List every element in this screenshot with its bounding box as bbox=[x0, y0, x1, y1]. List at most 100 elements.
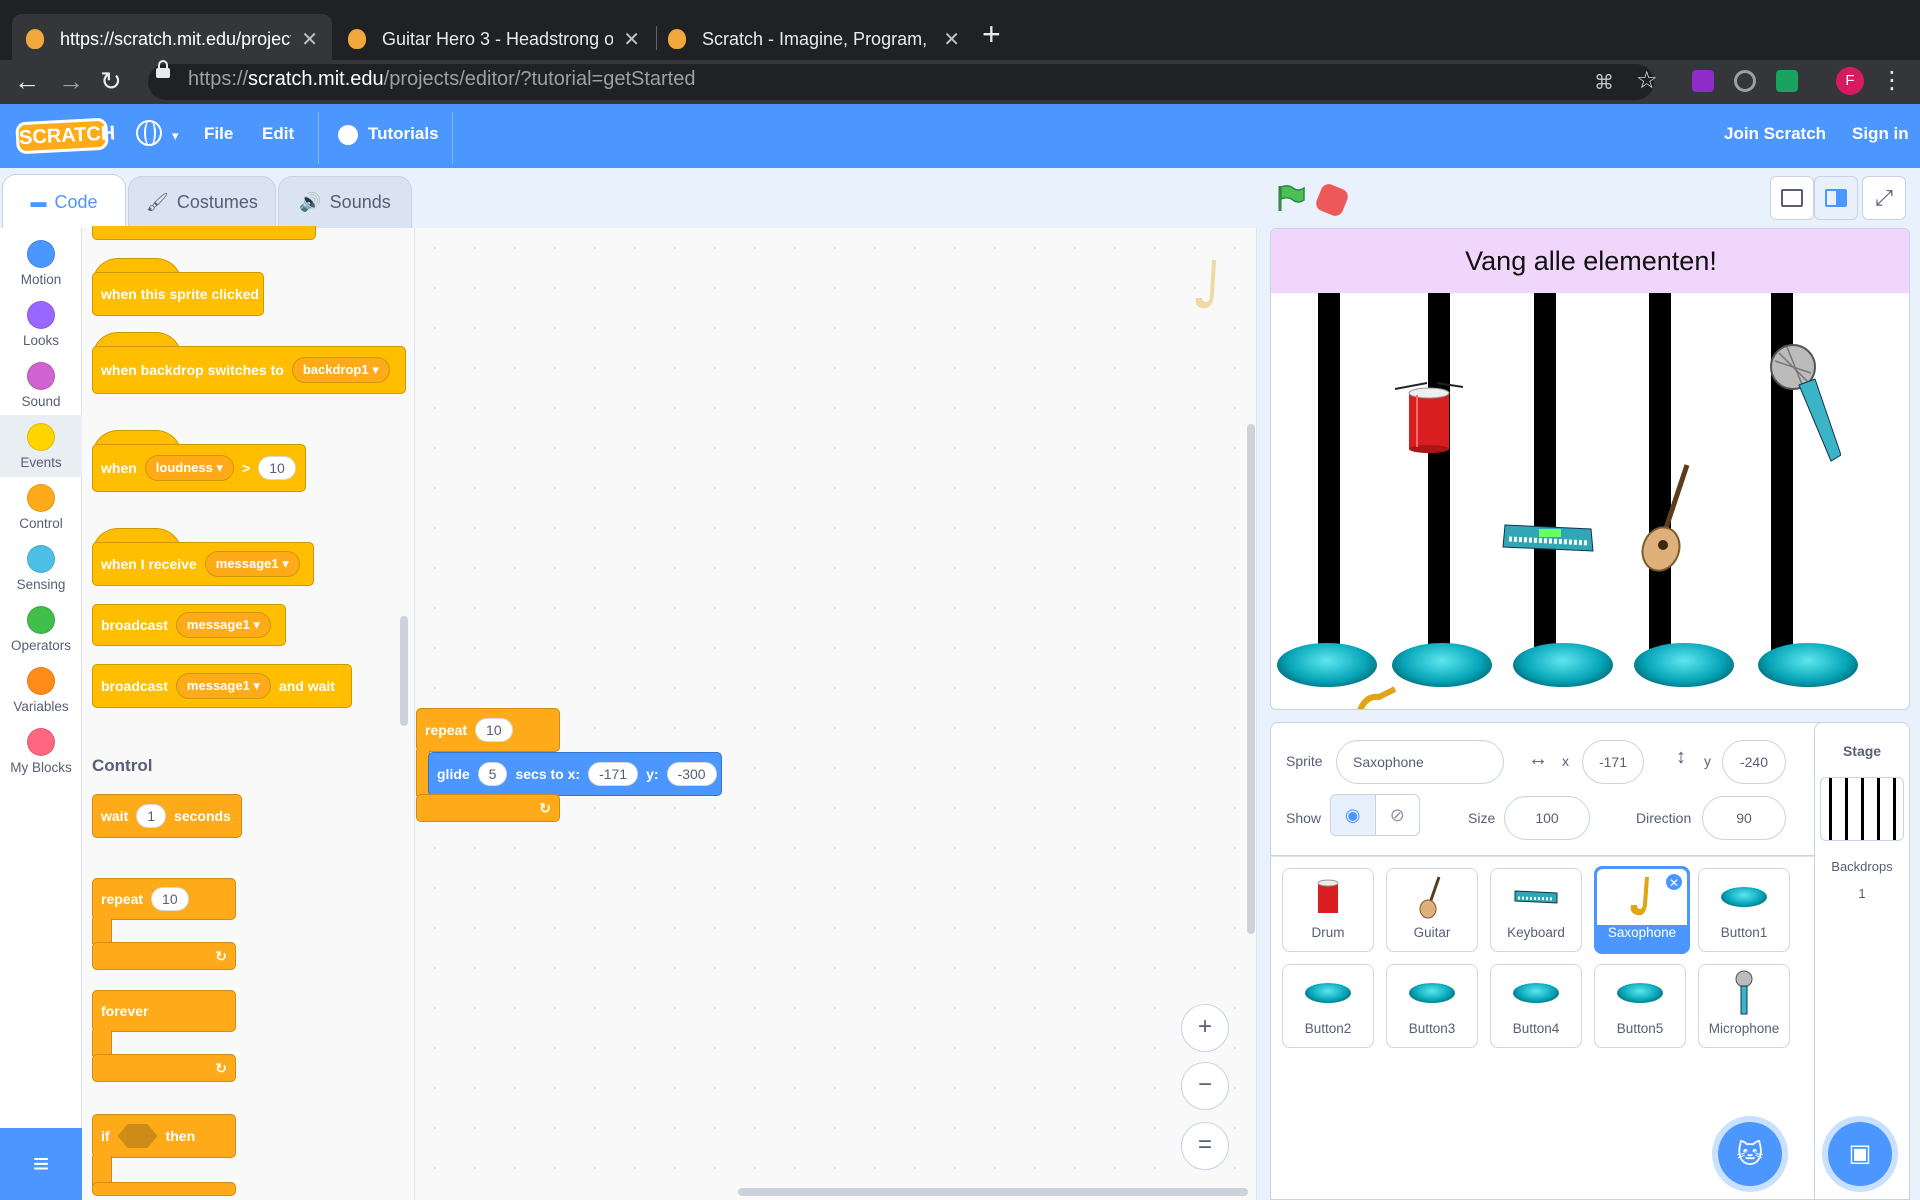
file-menu[interactable]: File bbox=[204, 124, 233, 144]
sprite-tile-button3[interactable]: Button3 bbox=[1386, 964, 1478, 1048]
if-block-bottom[interactable] bbox=[92, 1182, 236, 1196]
close-tab-icon[interactable]: ✕ bbox=[943, 27, 960, 52]
browser-tab[interactable]: https://scratch.mit.edu/project ✕ bbox=[12, 14, 332, 64]
close-tab-icon[interactable]: ✕ bbox=[301, 27, 318, 52]
tab-code[interactable]: ▬ Code bbox=[2, 174, 126, 230]
zoom-reset-icon[interactable]: = bbox=[1181, 1122, 1229, 1170]
glide-secs-input[interactable]: 5 bbox=[477, 762, 508, 786]
category-my-blocks[interactable]: My Blocks bbox=[0, 720, 82, 782]
choose-backdrop-button[interactable]: ▣ bbox=[1828, 1122, 1892, 1186]
glide-x-input[interactable]: -171 bbox=[588, 762, 639, 786]
close-tab-icon[interactable]: ✕ bbox=[623, 27, 640, 52]
boolean-slot[interactable] bbox=[117, 1124, 158, 1148]
direction-input[interactable]: 90 bbox=[1702, 796, 1786, 840]
partial-block[interactable] bbox=[92, 226, 316, 240]
stage-saxophone-sprite[interactable] bbox=[1355, 685, 1399, 709]
normal-stage-button[interactable] bbox=[1814, 176, 1858, 220]
sprite-tile-button5[interactable]: Button5 bbox=[1594, 964, 1686, 1048]
edit-menu[interactable]: Edit bbox=[262, 124, 294, 144]
broadcast-block[interactable]: broadcast message1 bbox=[92, 604, 286, 646]
translate-icon[interactable]: ⌘ bbox=[1594, 70, 1614, 95]
browser-tab[interactable]: Scratch - Imagine, Program, Sh ✕ bbox=[654, 14, 974, 64]
category-control[interactable]: Control bbox=[0, 476, 82, 538]
url-text[interactable]: https://scratch.mit.edu/projects/editor/… bbox=[188, 68, 696, 91]
eye-hidden-icon[interactable]: ⊘ bbox=[1374, 795, 1420, 835]
x-position-input[interactable]: -171 bbox=[1582, 740, 1644, 784]
new-tab-icon[interactable]: + bbox=[982, 16, 1001, 53]
when-loudness-block[interactable]: when loudness > 10 bbox=[92, 444, 306, 492]
tab-costumes[interactable]: 🖌 Costumes bbox=[128, 176, 276, 228]
forever-block[interactable]: forever bbox=[92, 990, 236, 1032]
stage-microphone-sprite[interactable] bbox=[1769, 343, 1842, 472]
sprite-tile-guitar[interactable]: Guitar bbox=[1386, 868, 1478, 952]
browser-menu-icon[interactable]: ⋮ bbox=[1880, 66, 1904, 95]
stage-drum-sprite[interactable] bbox=[1393, 379, 1465, 460]
wait-block[interactable]: wait 1 seconds bbox=[92, 794, 242, 838]
message-dropdown[interactable]: message1 bbox=[204, 551, 300, 577]
forward-icon[interactable]: → bbox=[58, 66, 84, 97]
category-motion[interactable]: Motion bbox=[0, 232, 82, 294]
back-icon[interactable]: ← bbox=[14, 66, 40, 97]
if-then-block[interactable]: if then bbox=[92, 1114, 236, 1158]
stop-icon[interactable] bbox=[1313, 181, 1351, 219]
category-variables[interactable]: Variables bbox=[0, 659, 82, 721]
sprite-name-input[interactable]: Saxophone bbox=[1336, 740, 1504, 784]
size-input[interactable]: 100 bbox=[1504, 796, 1590, 840]
sensor-dropdown[interactable]: loudness bbox=[144, 455, 234, 481]
stage-guitar-sprite[interactable] bbox=[1639, 461, 1699, 580]
script-horizontal-scrollbar[interactable] bbox=[738, 1188, 1248, 1196]
join-scratch-button[interactable]: Join Scratch bbox=[1724, 124, 1826, 144]
tab-sounds[interactable]: 🔊 Sounds bbox=[278, 176, 412, 228]
scratch-logo[interactable]: SCRATCH bbox=[15, 117, 116, 155]
repeat-block[interactable]: repeat 10 bbox=[92, 878, 236, 920]
extension-headphones-icon[interactable] bbox=[1734, 70, 1756, 92]
broadcast-and-wait-block[interactable]: broadcast message1 and wait bbox=[92, 664, 352, 708]
loudness-value-input[interactable]: 10 bbox=[258, 456, 296, 480]
eye-visible-icon[interactable]: ◉ bbox=[1331, 795, 1375, 835]
palette-scrollbar[interactable] bbox=[400, 616, 408, 726]
zoom-in-icon[interactable]: + bbox=[1181, 1004, 1229, 1052]
sprite-tile-button2[interactable]: Button2 bbox=[1282, 964, 1374, 1048]
script-repeat-bottom[interactable]: ↻ bbox=[416, 794, 560, 822]
category-sound[interactable]: Sound bbox=[0, 354, 82, 416]
choose-sprite-button[interactable]: 🐱 bbox=[1718, 1122, 1782, 1186]
when-sprite-clicked-block[interactable]: when this sprite clicked bbox=[92, 272, 264, 316]
tutorials-button[interactable]: Tutorials bbox=[368, 124, 439, 144]
when-i-receive-block[interactable]: when I receive message1 bbox=[92, 542, 314, 586]
extension-rp-icon[interactable] bbox=[1692, 70, 1714, 92]
repeat-value-input[interactable]: 10 bbox=[151, 887, 189, 911]
bookmark-star-icon[interactable]: ☆ bbox=[1636, 66, 1658, 95]
sprite-tile-button1[interactable]: Button1 bbox=[1698, 868, 1790, 952]
sign-in-button[interactable]: Sign in bbox=[1852, 124, 1909, 144]
green-flag-icon[interactable] bbox=[1276, 184, 1306, 212]
sprite-tile-drum[interactable]: Drum bbox=[1282, 868, 1374, 952]
category-operators[interactable]: Operators bbox=[0, 598, 82, 660]
fullscreen-button[interactable]: ⤢ bbox=[1862, 176, 1906, 220]
forever-block-bottom[interactable]: ↻ bbox=[92, 1054, 236, 1082]
sprite-tile-keyboard[interactable]: Keyboard bbox=[1490, 868, 1582, 952]
extension-check-icon[interactable] bbox=[1776, 70, 1798, 92]
delete-sprite-icon[interactable]: ✕ bbox=[1665, 873, 1683, 891]
browser-tab[interactable]: Guitar Hero 3 - Headstrong on ✕ bbox=[334, 14, 654, 64]
category-sensing[interactable]: Sensing bbox=[0, 537, 82, 599]
language-globe-icon[interactable] bbox=[136, 120, 162, 146]
category-events[interactable]: Events bbox=[0, 415, 82, 477]
glide-y-input[interactable]: -300 bbox=[666, 762, 717, 786]
when-backdrop-switches-block[interactable]: when backdrop switches to backdrop1 bbox=[92, 346, 406, 394]
script-repeat-block[interactable]: repeat 10 bbox=[416, 708, 560, 752]
add-extension-button[interactable]: ≡ bbox=[0, 1128, 82, 1200]
wait-value-input[interactable]: 1 bbox=[136, 804, 167, 828]
backdrop-dropdown[interactable]: backdrop1 bbox=[291, 357, 390, 383]
script-glide-block[interactable]: glide 5 secs to x: -171 y: -300 bbox=[428, 752, 722, 796]
sprite-tile-button4[interactable]: Button4 bbox=[1490, 964, 1582, 1048]
category-looks[interactable]: Looks bbox=[0, 293, 82, 355]
sprite-tile-saxophone[interactable]: Saxophone ✕ bbox=[1594, 866, 1690, 954]
stage-canvas[interactable]: Vang alle elementen! bbox=[1270, 228, 1910, 710]
zoom-out-icon[interactable]: − bbox=[1181, 1062, 1229, 1110]
script-repeat-value[interactable]: 10 bbox=[475, 718, 513, 742]
reload-icon[interactable]: ↻ bbox=[100, 66, 122, 97]
profile-avatar[interactable]: F bbox=[1836, 67, 1864, 95]
y-position-input[interactable]: -240 bbox=[1722, 740, 1786, 784]
small-stage-button[interactable] bbox=[1770, 176, 1814, 220]
message-dropdown[interactable]: message1 bbox=[175, 612, 271, 638]
